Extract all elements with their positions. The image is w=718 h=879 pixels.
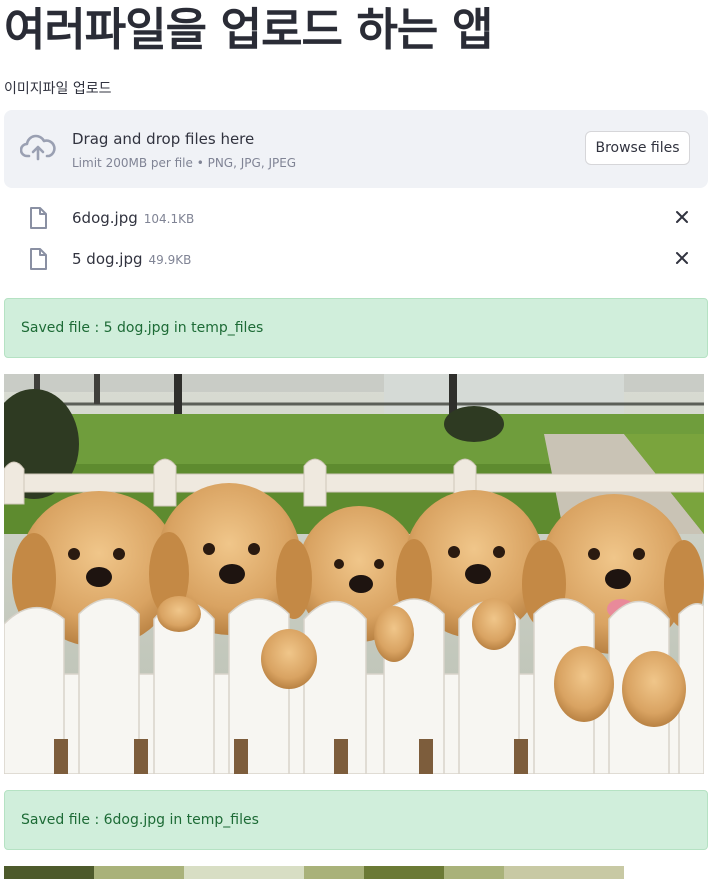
file-name-text: 5 dog.jpg bbox=[72, 250, 143, 268]
file-name: 6dog.jpg 104.1KB bbox=[72, 209, 194, 228]
dropzone-instructions: Drag and drop files here bbox=[72, 130, 255, 148]
file-size: 104.1KB bbox=[143, 212, 195, 226]
success-alert-text: Saved file : 6dog.jpg in temp_files bbox=[21, 812, 259, 828]
success-alert: Saved file : 6dog.jpg in temp_files bbox=[4, 790, 708, 850]
file-name: 5 dog.jpg 49.9KB bbox=[72, 250, 191, 269]
golden-retriever-puppies-photo bbox=[4, 374, 704, 774]
cloud-upload-icon bbox=[20, 134, 56, 161]
file-name-text: 6dog.jpg bbox=[72, 209, 138, 227]
success-alert: Saved file : 5 dog.jpg in temp_files bbox=[4, 298, 708, 358]
success-alert-text: Saved file : 5 dog.jpg in temp_files bbox=[21, 320, 264, 336]
second-image bbox=[4, 865, 624, 879]
puppies-image bbox=[4, 374, 704, 774]
file-dropzone[interactable]: Drag and drop files here Limit 200MB per… bbox=[4, 110, 708, 188]
file-icon bbox=[30, 248, 47, 270]
dropzone-limit-text: Limit 200MB per file • PNG, JPG, JPEG bbox=[72, 156, 297, 170]
uploaded-file-item: 5 dog.jpg 49.9KB bbox=[4, 241, 708, 277]
remove-file-close-icon[interactable] bbox=[674, 209, 690, 225]
page-title: 여러파일을 업로드 하는 앱 bbox=[4, 3, 493, 56]
garden-photo-partial bbox=[4, 866, 624, 879]
remove-file-close-icon[interactable] bbox=[674, 250, 690, 266]
app-page: 여러파일을 업로드 하는 앱 이미지파일 업로드 Drag and drop f… bbox=[0, 0, 718, 879]
uploader-label: 이미지파일 업로드 bbox=[4, 81, 112, 97]
file-icon bbox=[30, 207, 47, 229]
uploaded-file-item: 6dog.jpg 104.1KB bbox=[4, 200, 708, 236]
browse-files-button[interactable]: Browse files bbox=[585, 131, 690, 165]
file-size: 49.9KB bbox=[148, 253, 192, 267]
